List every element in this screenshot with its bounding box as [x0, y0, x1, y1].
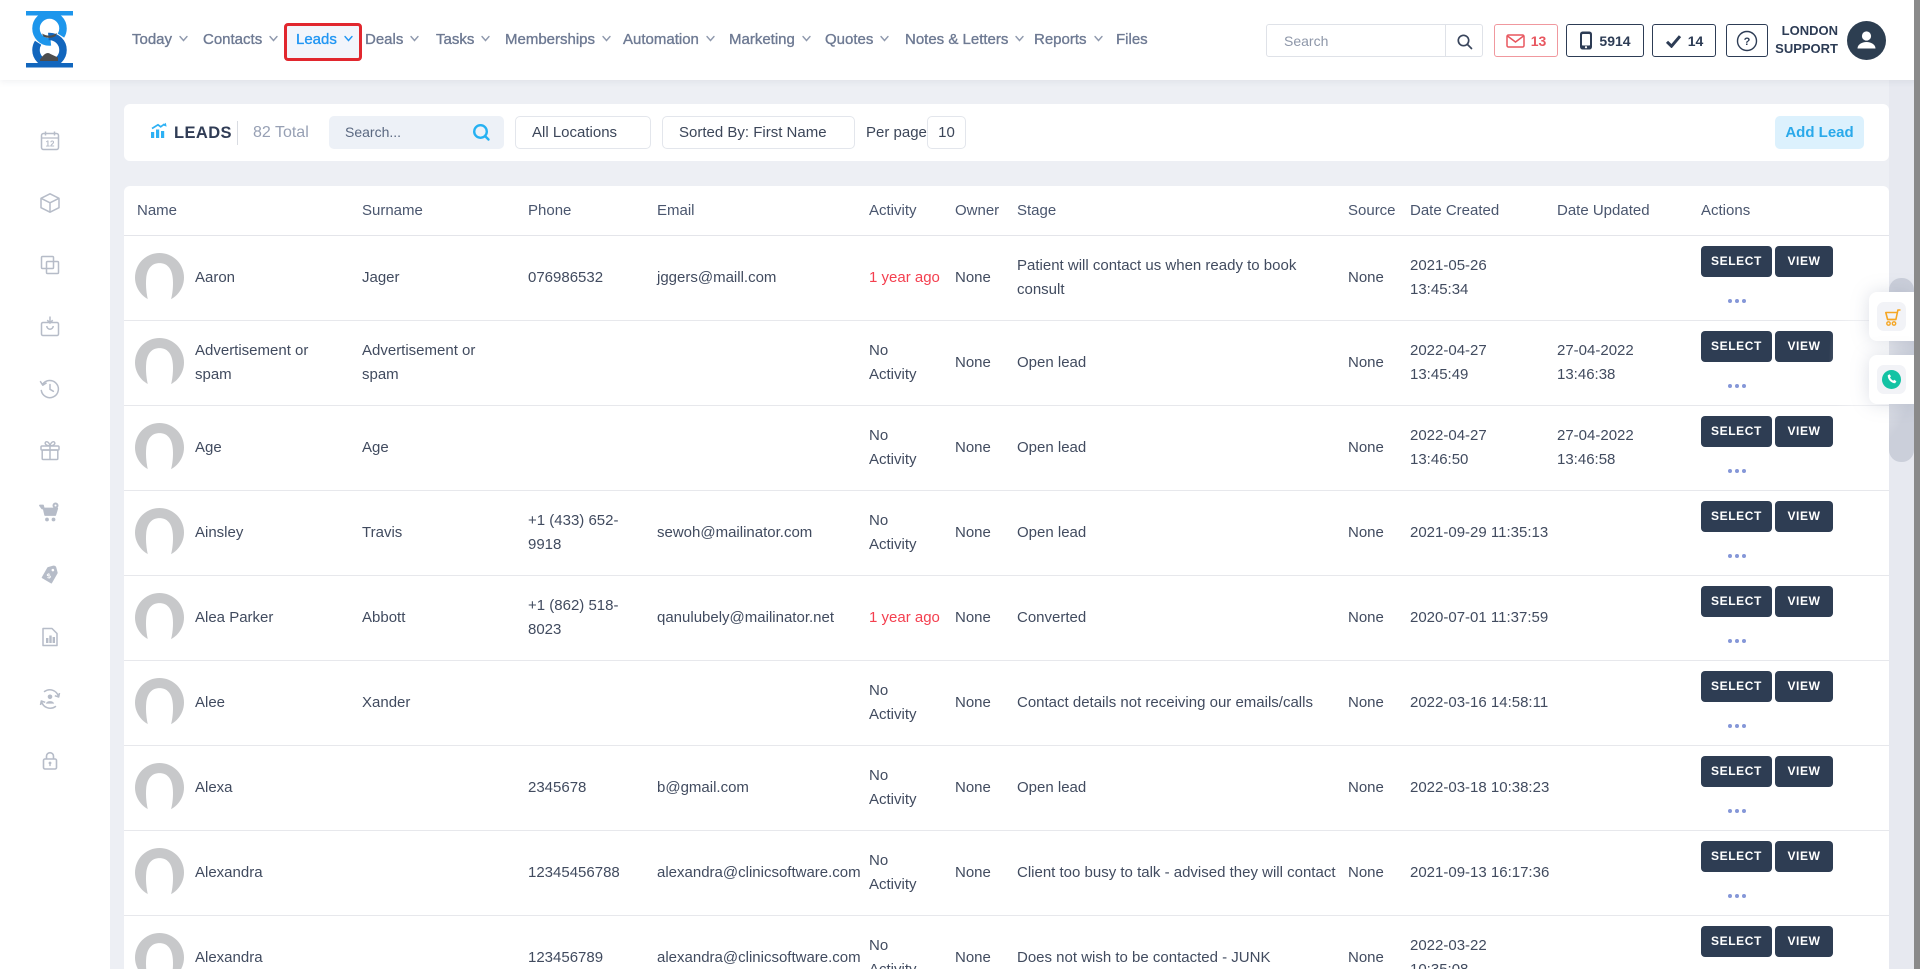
svg-text:12: 12 — [46, 140, 55, 149]
svg-text:?: ? — [1744, 36, 1751, 48]
